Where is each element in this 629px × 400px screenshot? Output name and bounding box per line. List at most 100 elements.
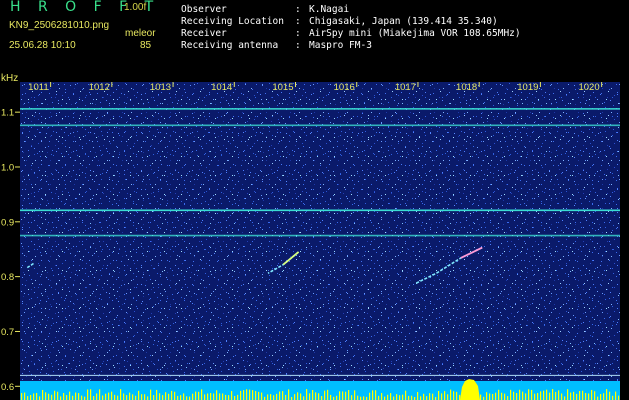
power-spike (78, 393, 80, 400)
info-sep: : (295, 16, 301, 27)
info-sep: : (295, 4, 301, 15)
power-spike (261, 392, 263, 400)
power-spike (117, 395, 119, 400)
power-spike (330, 394, 332, 400)
power-spike (321, 395, 323, 400)
power-spike (576, 393, 578, 400)
power-spike (84, 396, 86, 400)
info-row-antenna: Receiving antenna: Maspro FM-3 (181, 40, 521, 52)
power-spike (210, 393, 212, 400)
power-spike (570, 392, 572, 400)
power-spike (183, 393, 185, 400)
power-spike (537, 393, 539, 400)
power-spike (246, 389, 248, 400)
power-spike (381, 393, 383, 400)
power-spike (219, 393, 221, 400)
power-spike (411, 395, 413, 400)
power-spike (123, 393, 125, 400)
power-spike (159, 393, 161, 400)
power-spike (354, 390, 356, 400)
power-spike (96, 393, 98, 400)
file-name: KN9_2506281010.png (9, 20, 110, 31)
y-axis-labels: 1.1 1.0 0.9 0.8 0.7 0.6 (1, 108, 20, 393)
info-value: AirSpy mini (Miakejima VOR 108.65MHz) (309, 28, 521, 39)
power-spike (234, 395, 236, 400)
app-version: 1.00f (124, 2, 147, 13)
power-spike (114, 394, 116, 400)
power-spike (93, 396, 95, 400)
power-spike (30, 395, 32, 400)
power-spike (450, 389, 452, 400)
header-panel: H R O F F T 1.00f KN9_2506281010.png mel… (0, 0, 629, 72)
power-spike (279, 391, 281, 400)
power-spike (393, 396, 395, 400)
power-spike (51, 394, 53, 400)
power-spike (36, 392, 38, 400)
power-spike (573, 391, 575, 400)
power-spike (498, 389, 500, 400)
x-tick-label: 1017 (395, 82, 416, 93)
power-spike (549, 392, 551, 400)
power-spike (444, 391, 446, 400)
power-spike (45, 392, 47, 400)
power-spike (105, 393, 107, 400)
power-spike (309, 393, 311, 400)
power-spike (600, 394, 602, 400)
power-spike (174, 391, 176, 400)
power-spike (285, 394, 287, 400)
power-spike (216, 390, 218, 400)
power-spike (426, 396, 428, 400)
power-spike (516, 393, 518, 400)
power-spike (615, 391, 617, 400)
info-value: Maspro FM-3 (309, 40, 372, 51)
station-info: Observer: K.Nagai Receiving Location: Chig… (181, 4, 521, 52)
power-spike (165, 392, 167, 400)
y-tick-label: 0.6 (1, 382, 14, 393)
power-spike (456, 391, 458, 400)
power-spike (603, 393, 605, 400)
power-spike (318, 393, 320, 400)
power-spike (39, 396, 41, 400)
power-spike (201, 389, 203, 400)
power-spike (561, 393, 563, 400)
y-tick-label: 0.8 (1, 272, 14, 283)
y-tick-label: 1.0 (1, 162, 14, 173)
power-spike (486, 392, 488, 400)
power-spike (294, 394, 296, 400)
power-spike (57, 391, 59, 400)
power-spike (582, 390, 584, 400)
power-spike (513, 391, 515, 400)
power-spike (249, 389, 251, 400)
power-spike (138, 390, 140, 400)
power-spike (324, 390, 326, 400)
power-spike (60, 396, 62, 400)
power-spike (588, 393, 590, 400)
power-spike (300, 393, 302, 400)
info-value: K.Nagai (309, 4, 350, 15)
power-spike (378, 395, 380, 400)
power-spike (282, 391, 284, 400)
power-spike (348, 390, 350, 400)
power-spike (132, 394, 134, 400)
power-spike (540, 391, 542, 400)
power-spike (288, 389, 290, 400)
power-spike (357, 395, 359, 400)
power-spike (369, 392, 371, 400)
power-spike (66, 395, 68, 400)
x-tick-label: 1015 (272, 82, 293, 93)
power-spike (447, 394, 449, 400)
power-spike (528, 389, 530, 400)
power-spike (141, 394, 143, 400)
power-spike (480, 394, 482, 400)
power-spike (390, 393, 392, 400)
power-spike (429, 393, 431, 400)
power-spike (222, 393, 224, 400)
power-spike (102, 395, 104, 400)
info-value: Chigasaki, Japan (139.414 35.340) (309, 16, 498, 27)
power-spike (387, 394, 389, 400)
power-spike (180, 395, 182, 400)
power-spike (408, 395, 410, 400)
power-spike (312, 390, 314, 400)
power-spike (564, 396, 566, 400)
x-tick-label: 1018 (456, 82, 477, 93)
